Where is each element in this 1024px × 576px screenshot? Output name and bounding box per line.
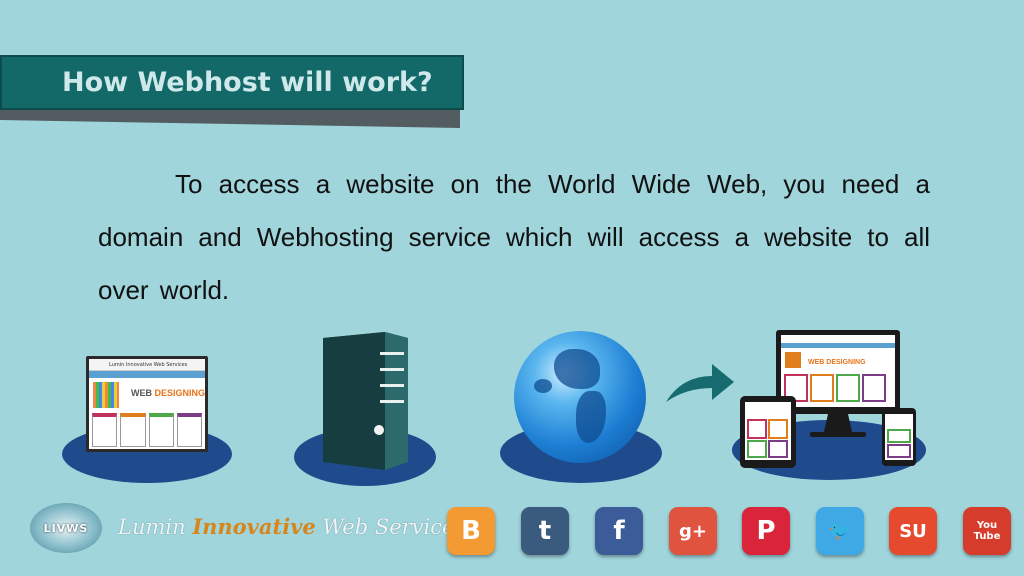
mini-website-nav: [89, 371, 205, 378]
svg-text:WEB DESIGNING: WEB DESIGNING: [808, 359, 866, 366]
slide-title: How Webhost will work?: [62, 67, 433, 98]
server-icon: [323, 332, 408, 470]
google-plus-icon[interactable]: g+: [669, 507, 717, 555]
brand-name: Lumin Innovative Web Services: [118, 514, 466, 539]
blogger-icon[interactable]: B: [447, 507, 495, 555]
tumblr-icon[interactable]: t: [521, 507, 569, 555]
slide-body-text: To access a website on the World Wide We…: [98, 169, 930, 305]
company-logo: LIVWS: [30, 503, 102, 553]
logo-text: LIVWS: [43, 521, 89, 535]
youtube-icon[interactable]: You Tube: [963, 507, 1011, 555]
facebook-icon[interactable]: f: [595, 507, 643, 555]
pinterest-icon[interactable]: P: [742, 507, 790, 555]
mini-website-columns: [89, 410, 205, 450]
banner-text: WEB: [131, 388, 155, 398]
title-bar: How Webhost will work?: [0, 55, 464, 110]
mini-website-header: Lumin Innovative Web Services: [89, 359, 205, 371]
mini-website-banner: WEB DESIGNING: [89, 378, 205, 410]
globe-icon: [514, 331, 646, 463]
website-illustration: Lumin Innovative Web Services WEB DESIGN…: [86, 356, 208, 452]
arrow-right-icon: [666, 364, 734, 402]
responsive-devices-icon: WEB DESIGNING: [740, 330, 916, 468]
pencils-icon: [93, 382, 119, 408]
stumbleupon-icon[interactable]: SU: [889, 507, 937, 555]
banner-highlight: DESIGNING: [154, 388, 206, 398]
twitter-icon[interactable]: 🐦: [816, 507, 864, 555]
